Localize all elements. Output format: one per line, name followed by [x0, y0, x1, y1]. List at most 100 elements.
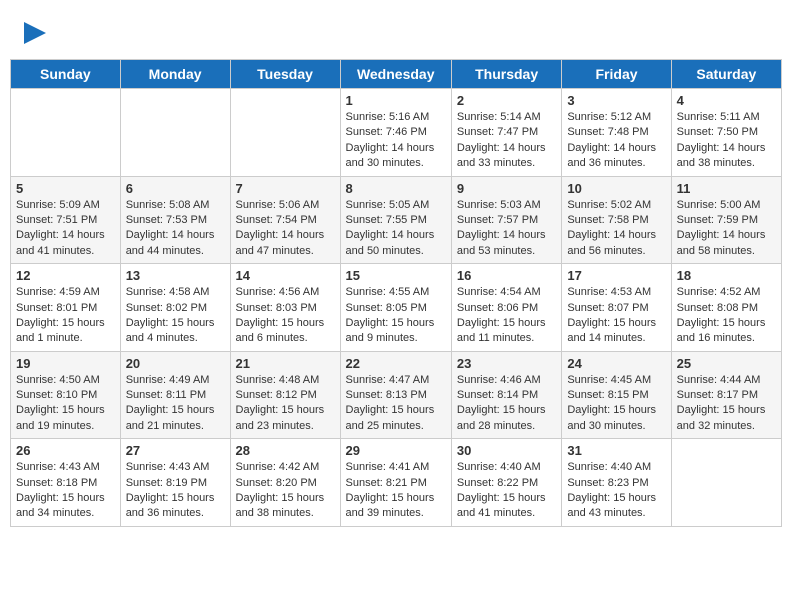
- day-number: 24: [567, 356, 665, 371]
- week-row-4: 19Sunrise: 4:50 AMSunset: 8:10 PMDayligh…: [11, 351, 782, 439]
- day-cell: 9 Sunrise: 5:03 AMSunset: 7:57 PMDaylight…: [451, 176, 561, 264]
- day-content: Sunrise: 4:47 AMSunset: 8:13 PMDaylight:…: [346, 373, 446, 435]
- day-number: 4: [677, 93, 776, 108]
- col-header-wednesday: Wednesday: [340, 60, 451, 89]
- col-header-friday: Friday: [562, 60, 671, 89]
- day-number: 14: [236, 268, 335, 283]
- day-cell: [230, 89, 340, 177]
- day-content: Sunrise: 5:12 AMSunset: 7:48 PMDaylight:…: [567, 110, 665, 172]
- day-cell: 12Sunrise: 4:59 AMSunset: 8:01 PMDayligh…: [11, 264, 121, 352]
- week-row-1: 1 Sunrise: 5:16 AMSunset: 7:46 PMDaylight…: [11, 89, 782, 177]
- day-cell: 28 Sunrise: 4:42 AMSunset: 8:20 PMDayligh…: [230, 439, 340, 527]
- day-number: 17: [567, 268, 665, 283]
- day-cell: 14Sunrise: 4:56 AMSunset: 8:03 PMDayligh…: [230, 264, 340, 352]
- day-number: 18: [677, 268, 776, 283]
- day-number: 15: [346, 268, 446, 283]
- day-number: 8: [346, 181, 446, 196]
- day-content: Sunrise: 5:06 AMSunset: 7:54 PMDaylight:…: [236, 198, 335, 260]
- week-row-3: 12Sunrise: 4:59 AMSunset: 8:01 PMDayligh…: [11, 264, 782, 352]
- day-cell: [671, 439, 781, 527]
- col-header-monday: Monday: [120, 60, 230, 89]
- day-content: Sunrise: 4:41 AMSunset: 8:21 PMDaylight:…: [346, 460, 446, 522]
- day-content: Sunrise: 5:02 AMSunset: 7:58 PMDaylight:…: [567, 198, 665, 260]
- day-cell: [11, 89, 121, 177]
- day-number: 25: [677, 356, 776, 371]
- day-content: Sunrise: 4:52 AMSunset: 8:08 PMDaylight:…: [677, 285, 776, 347]
- day-cell: 29 Sunrise: 4:41 AMSunset: 8:21 PMDayligh…: [340, 439, 451, 527]
- day-content: Sunrise: 5:14 AMSunset: 7:47 PMDaylight:…: [457, 110, 556, 172]
- day-cell: 21 Sunrise: 4:48 AMSunset: 8:12 PMDayligh…: [230, 351, 340, 439]
- day-content: Sunrise: 4:46 AMSunset: 8:14 PMDaylight:…: [457, 373, 556, 435]
- day-cell: 8 Sunrise: 5:05 AMSunset: 7:55 PMDaylight…: [340, 176, 451, 264]
- day-content: Sunrise: 4:53 AMSunset: 8:07 PMDaylight:…: [567, 285, 665, 347]
- day-number: 22: [346, 356, 446, 371]
- day-cell: 24 Sunrise: 4:45 AMSunset: 8:15 PMDayligh…: [562, 351, 671, 439]
- day-number: 6: [126, 181, 225, 196]
- day-cell: 25 Sunrise: 4:44 AMSunset: 8:17 PMDayligh…: [671, 351, 781, 439]
- day-cell: 26Sunrise: 4:43 AMSunset: 8:18 PMDayligh…: [11, 439, 121, 527]
- logo: [20, 18, 46, 49]
- day-number: 5: [16, 181, 115, 196]
- day-number: 7: [236, 181, 335, 196]
- day-cell: 30 Sunrise: 4:40 AMSunset: 8:22 PMDayligh…: [451, 439, 561, 527]
- col-header-thursday: Thursday: [451, 60, 561, 89]
- col-header-sunday: Sunday: [11, 60, 121, 89]
- day-cell: 31 Sunrise: 4:40 AMSunset: 8:23 PMDayligh…: [562, 439, 671, 527]
- day-cell: 22 Sunrise: 4:47 AMSunset: 8:13 PMDayligh…: [340, 351, 451, 439]
- day-content: Sunrise: 5:09 AMSunset: 7:51 PMDaylight:…: [16, 198, 115, 260]
- day-content: Sunrise: 4:58 AMSunset: 8:02 PMDaylight:…: [126, 285, 225, 347]
- day-content: Sunrise: 4:40 AMSunset: 8:22 PMDaylight:…: [457, 460, 556, 522]
- day-number: 9: [457, 181, 556, 196]
- day-cell: [120, 89, 230, 177]
- day-number: 28: [236, 443, 335, 458]
- day-content: Sunrise: 5:03 AMSunset: 7:57 PMDaylight:…: [457, 198, 556, 260]
- day-cell: 18 Sunrise: 4:52 AMSunset: 8:08 PMDayligh…: [671, 264, 781, 352]
- day-cell: 15 Sunrise: 4:55 AMSunset: 8:05 PMDayligh…: [340, 264, 451, 352]
- week-row-2: 5 Sunrise: 5:09 AMSunset: 7:51 PMDaylight…: [11, 176, 782, 264]
- day-number: 2: [457, 93, 556, 108]
- calendar-table: SundayMondayTuesdayWednesdayThursdayFrid…: [10, 59, 782, 527]
- day-cell: 23 Sunrise: 4:46 AMSunset: 8:14 PMDayligh…: [451, 351, 561, 439]
- day-cell: 20 Sunrise: 4:49 AMSunset: 8:11 PMDayligh…: [120, 351, 230, 439]
- day-content: Sunrise: 4:42 AMSunset: 8:20 PMDaylight:…: [236, 460, 335, 522]
- day-content: Sunrise: 4:43 AMSunset: 8:18 PMDaylight:…: [16, 460, 115, 522]
- day-number: 27: [126, 443, 225, 458]
- day-number: 13: [126, 268, 225, 283]
- page-header: [10, 10, 782, 53]
- day-cell: 13 Sunrise: 4:58 AMSunset: 8:02 PMDayligh…: [120, 264, 230, 352]
- day-content: Sunrise: 4:44 AMSunset: 8:17 PMDaylight:…: [677, 373, 776, 435]
- day-number: 20: [126, 356, 225, 371]
- day-cell: 7 Sunrise: 5:06 AMSunset: 7:54 PMDaylight…: [230, 176, 340, 264]
- day-number: 19: [16, 356, 115, 371]
- day-cell: 10 Sunrise: 5:02 AMSunset: 7:58 PMDayligh…: [562, 176, 671, 264]
- calendar-header-row: SundayMondayTuesdayWednesdayThursdayFrid…: [11, 60, 782, 89]
- col-header-tuesday: Tuesday: [230, 60, 340, 89]
- day-cell: 5 Sunrise: 5:09 AMSunset: 7:51 PMDaylight…: [11, 176, 121, 264]
- day-number: 3: [567, 93, 665, 108]
- day-content: Sunrise: 4:48 AMSunset: 8:12 PMDaylight:…: [236, 373, 335, 435]
- day-content: Sunrise: 5:11 AMSunset: 7:50 PMDaylight:…: [677, 110, 776, 172]
- day-number: 10: [567, 181, 665, 196]
- day-cell: 27Sunrise: 4:43 AMSunset: 8:19 PMDayligh…: [120, 439, 230, 527]
- day-content: Sunrise: 5:08 AMSunset: 7:53 PMDaylight:…: [126, 198, 225, 260]
- day-number: 1: [346, 93, 446, 108]
- day-cell: 19Sunrise: 4:50 AMSunset: 8:10 PMDayligh…: [11, 351, 121, 439]
- week-row-5: 26Sunrise: 4:43 AMSunset: 8:18 PMDayligh…: [11, 439, 782, 527]
- day-number: 23: [457, 356, 556, 371]
- day-number: 31: [567, 443, 665, 458]
- day-content: Sunrise: 4:40 AMSunset: 8:23 PMDaylight:…: [567, 460, 665, 522]
- day-content: Sunrise: 4:55 AMSunset: 8:05 PMDaylight:…: [346, 285, 446, 347]
- day-number: 16: [457, 268, 556, 283]
- day-number: 30: [457, 443, 556, 458]
- day-number: 12: [16, 268, 115, 283]
- day-content: Sunrise: 5:16 AMSunset: 7:46 PMDaylight:…: [346, 110, 446, 172]
- day-cell: 6 Sunrise: 5:08 AMSunset: 7:53 PMDaylight…: [120, 176, 230, 264]
- day-content: Sunrise: 4:45 AMSunset: 8:15 PMDaylight:…: [567, 373, 665, 435]
- day-number: 11: [677, 181, 776, 196]
- day-number: 21: [236, 356, 335, 371]
- day-content: Sunrise: 5:05 AMSunset: 7:55 PMDaylight:…: [346, 198, 446, 260]
- day-content: Sunrise: 4:49 AMSunset: 8:11 PMDaylight:…: [126, 373, 225, 435]
- col-header-saturday: Saturday: [671, 60, 781, 89]
- day-cell: 11Sunrise: 5:00 AMSunset: 7:59 PMDayligh…: [671, 176, 781, 264]
- day-number: 29: [346, 443, 446, 458]
